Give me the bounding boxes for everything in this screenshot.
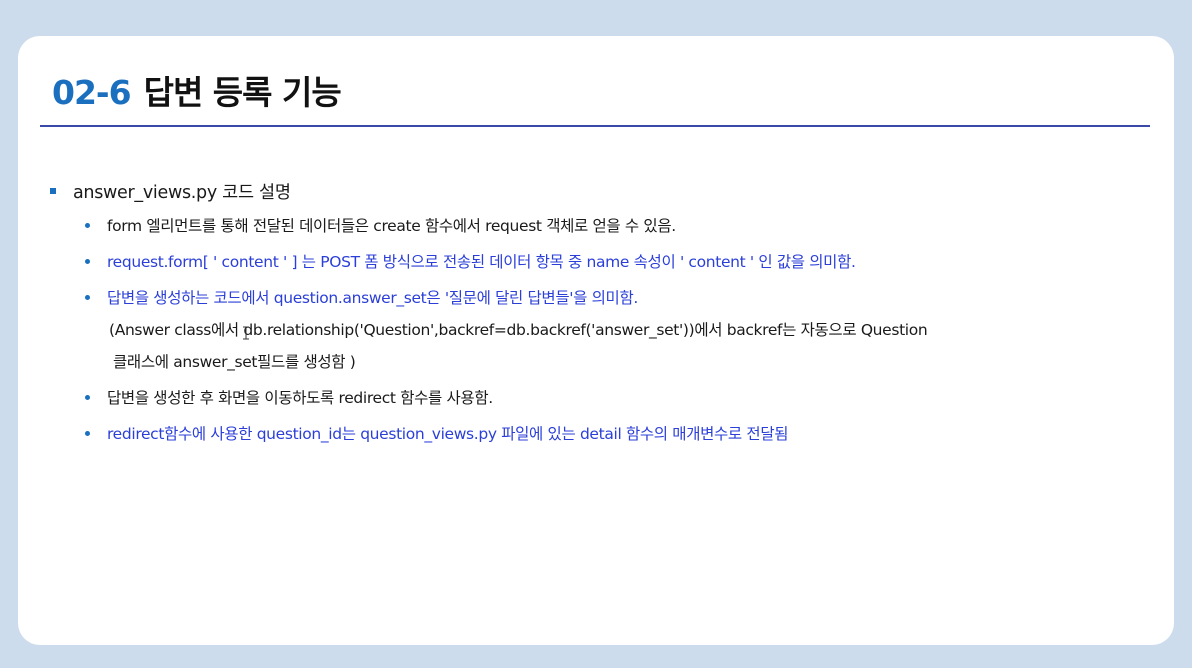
- slide-title: 02-6 답변 등록 기능: [52, 66, 342, 116]
- list-item-text: form 엘리먼트를 통해 전달된 데이터들은 create 함수에서 requ…: [107, 217, 676, 235]
- list-item-text: request.form[ ' content ' ] 는 POST 폼 방식으…: [107, 253, 856, 271]
- slide-content: answer_views.py 코드 설명 form 엘리먼트를 통해 전달된 …: [50, 176, 1160, 450]
- dot-bullet-icon: [85, 295, 90, 300]
- list-item-text: redirect함수에 사용한 question_id는 question_vi…: [107, 425, 789, 443]
- dot-bullet-icon: [85, 431, 90, 436]
- dot-bullet-icon: [85, 259, 90, 264]
- title-number: 02-6: [52, 73, 132, 112]
- list-item-text: 답변을 생성한 후 화면을 이동하도록 redirect 함수를 사용함.: [107, 389, 493, 407]
- text-cursor-icon: [243, 326, 249, 340]
- section-heading-text: answer_views.py 코드 설명: [73, 182, 291, 203]
- list-item: 답변을 생성하는 코드에서 question.answer_set은 '질문에 …: [50, 282, 1160, 378]
- title-text: 답변 등록 기능: [143, 73, 342, 112]
- slide: 02-6 답변 등록 기능 answer_views.py 코드 설명 form…: [18, 36, 1174, 645]
- list-item: form 엘리먼트를 통해 전달된 데이터들은 create 함수에서 requ…: [50, 210, 1160, 242]
- list-item: 답변을 생성한 후 화면을 이동하도록 redirect 함수를 사용함.: [50, 382, 1160, 414]
- square-bullet-icon: [50, 188, 56, 194]
- list-item: redirect함수에 사용한 question_id는 question_vi…: [50, 418, 1160, 450]
- title-divider: [40, 125, 1150, 127]
- section-heading: answer_views.py 코드 설명: [50, 176, 1160, 206]
- list-item-continuation: (Answer class에서 db.relationship('Questio…: [109, 321, 928, 339]
- dot-bullet-icon: [85, 223, 90, 228]
- dot-bullet-icon: [85, 395, 90, 400]
- list-item-text: 답변을 생성하는 코드에서 question.answer_set은 '질문에 …: [107, 289, 638, 307]
- list-item: request.form[ ' content ' ] 는 POST 폼 방식으…: [50, 246, 1160, 278]
- list-item-continuation: 클래스에 answer_set필드를 생성함 ): [113, 353, 356, 371]
